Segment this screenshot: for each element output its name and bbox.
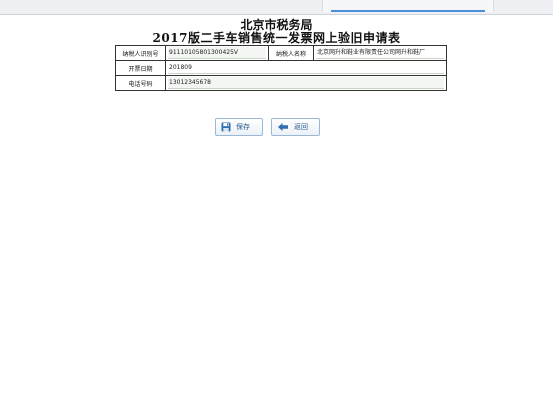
back-button-label: 返回 [294, 123, 308, 131]
phone-label: 电话号码 [115, 75, 166, 91]
page-title-authority: 北京市税务局 [240, 18, 313, 32]
form-row-invoice-date: 开票日期 201809 [115, 60, 447, 76]
active-tab-indicator[interactable] [322, 0, 494, 12]
phone-cell: 13012345678 [165, 75, 447, 91]
invoice-date-label: 开票日期 [115, 60, 166, 76]
browser-top-bar [0, 0, 553, 15]
floppy-disk-icon [221, 122, 231, 132]
save-button[interactable]: 保存 [215, 118, 263, 136]
taxpayer-name-field[interactable]: 北京网升和鞋业有限责任公司网升和鞋厂 [316, 47, 444, 59]
form-row-taxpayer: 纳税人识别号 91110105801300425V 纳税人名称 北京网升和鞋业有… [115, 45, 447, 61]
taxpayer-name-label: 纳税人名称 [268, 45, 314, 61]
arrow-left-icon [277, 122, 289, 132]
back-button[interactable]: 返回 [271, 118, 320, 136]
phone-field[interactable]: 13012345678 [168, 77, 444, 89]
page-title-form: 2017版二手车销售统一发票网上验旧申请表 [152, 31, 401, 45]
taxpayer-id-label: 纳税人识别号 [115, 45, 166, 61]
save-button-label: 保存 [236, 123, 250, 131]
taxpayer-id-field[interactable]: 91110105801300425V [168, 47, 266, 59]
invoice-date-field[interactable]: 201809 [168, 62, 444, 74]
form-row-phone: 电话号码 13012345678 [115, 75, 447, 91]
application-form-table: 纳税人识别号 91110105801300425V 纳税人名称 北京网升和鞋业有… [115, 45, 447, 91]
taxpayer-name-cell: 北京网升和鞋业有限责任公司网升和鞋厂 [313, 45, 447, 61]
invoice-date-cell: 201809 [165, 60, 447, 76]
taxpayer-id-cell: 91110105801300425V [165, 45, 269, 61]
